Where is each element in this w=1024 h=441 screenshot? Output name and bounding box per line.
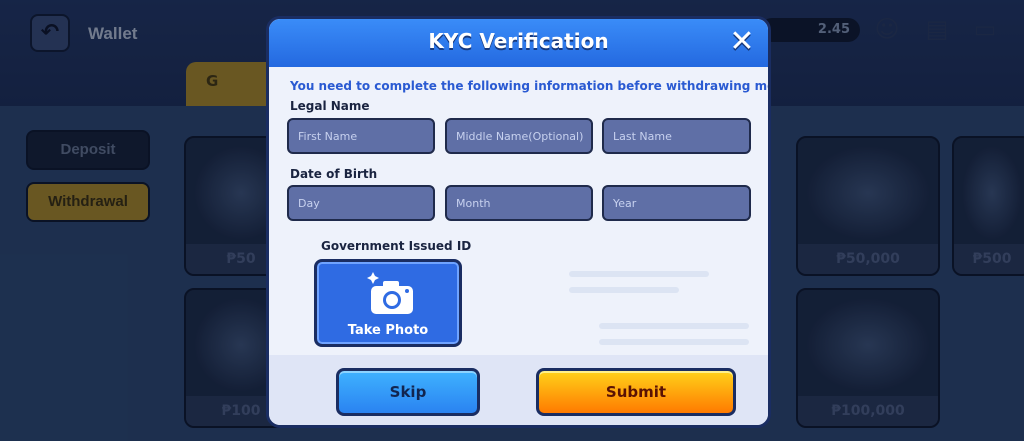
submit-button[interactable]: Submit: [536, 368, 736, 416]
close-icon[interactable]: ✕: [726, 26, 758, 58]
take-photo-label: Take Photo: [347, 323, 429, 338]
first-name-input[interactable]: [287, 118, 435, 154]
notice-text: You need to complete the following infor…: [290, 79, 771, 93]
preview-line: [599, 339, 749, 345]
camera-icon: [367, 272, 413, 314]
day-input[interactable]: [287, 185, 435, 221]
dob-label: Date of Birth: [290, 167, 378, 181]
dialog-header: KYC Verification ✕: [269, 19, 768, 67]
last-name-input[interactable]: [602, 118, 751, 154]
middle-name-input[interactable]: [445, 118, 593, 154]
kyc-dialog: KYC Verification ✕ You need to complete …: [266, 16, 771, 428]
year-input[interactable]: [602, 185, 751, 221]
dialog-title: KYC Verification: [428, 29, 609, 53]
preview-line: [599, 323, 749, 329]
take-photo-button[interactable]: Take Photo: [314, 259, 462, 347]
legal-name-label: Legal Name: [290, 99, 370, 113]
gov-id-label: Government Issued ID: [321, 239, 472, 253]
id-card-preview: [499, 255, 759, 355]
preview-line: [569, 271, 709, 277]
preview-line: [569, 287, 679, 293]
month-input[interactable]: [445, 185, 593, 221]
skip-button[interactable]: Skip: [336, 368, 480, 416]
